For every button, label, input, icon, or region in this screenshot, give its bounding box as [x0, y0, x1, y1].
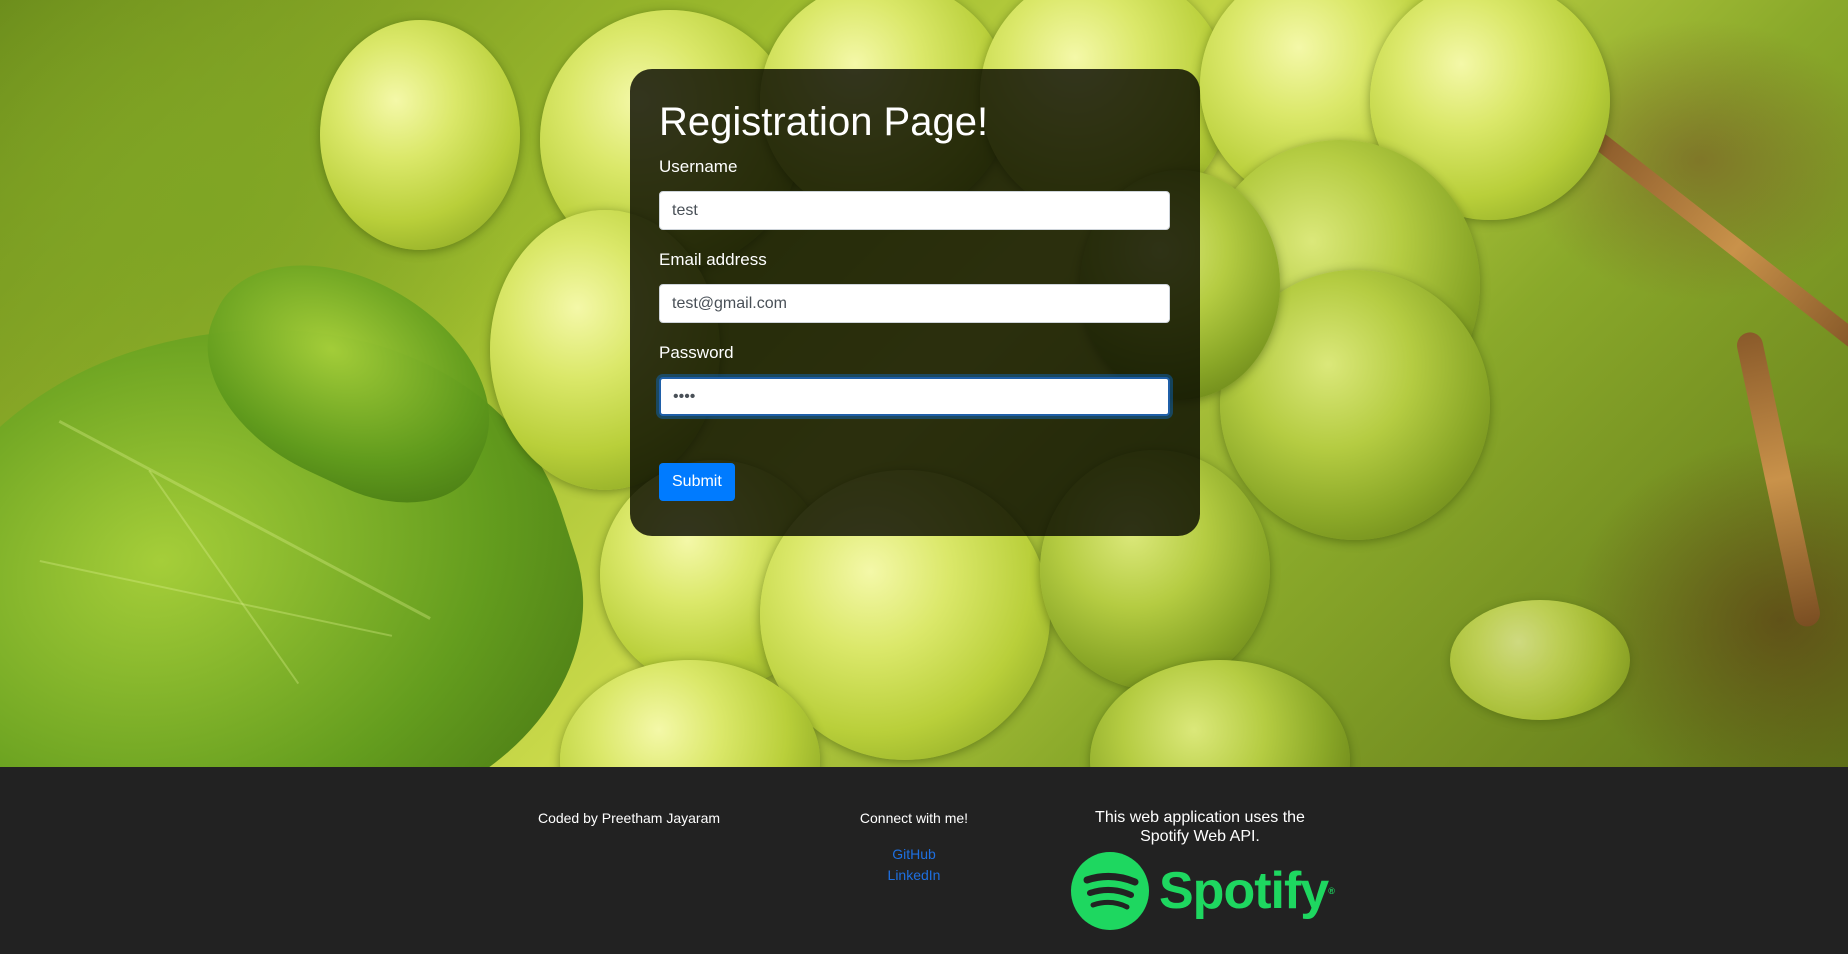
password-input[interactable]	[659, 377, 1170, 416]
footer-connect: Connect with me! GitHub LinkedIn	[820, 810, 1008, 886]
registration-card: Registration Page! Username Email addres…	[630, 69, 1200, 536]
spotify-logo[interactable]: Spotify®	[1071, 852, 1335, 930]
email-input[interactable]	[659, 284, 1170, 323]
spotify-wordmark: Spotify®	[1159, 861, 1335, 921]
submit-button[interactable]: Submit	[659, 463, 735, 501]
password-label: Password	[659, 343, 734, 362]
registered-mark: ®	[1328, 886, 1335, 896]
footer: Coded by Preetham Jayaram Connect with m…	[0, 767, 1848, 954]
email-label: Email address	[659, 250, 767, 269]
social-links: GitHub LinkedIn	[820, 844, 1008, 886]
spotify-logo-icon	[1071, 852, 1149, 930]
footer-credit: Coded by Preetham Jayaram	[537, 810, 721, 826]
grape	[1450, 600, 1630, 720]
connect-heading: Connect with me!	[859, 810, 969, 826]
vine-stem	[1588, 130, 1848, 366]
api-note: This web application uses the Spotify We…	[1095, 809, 1305, 845]
username-label: Username	[659, 157, 738, 176]
spotify-wordmark-text: Spotify	[1159, 862, 1329, 920]
vine-stem	[1734, 330, 1823, 629]
username-input[interactable]	[659, 191, 1170, 230]
github-link[interactable]: GitHub	[820, 844, 1008, 865]
grape	[320, 20, 520, 250]
page-title: Registration Page!	[659, 100, 989, 144]
linkedin-link[interactable]: LinkedIn	[820, 865, 1008, 886]
